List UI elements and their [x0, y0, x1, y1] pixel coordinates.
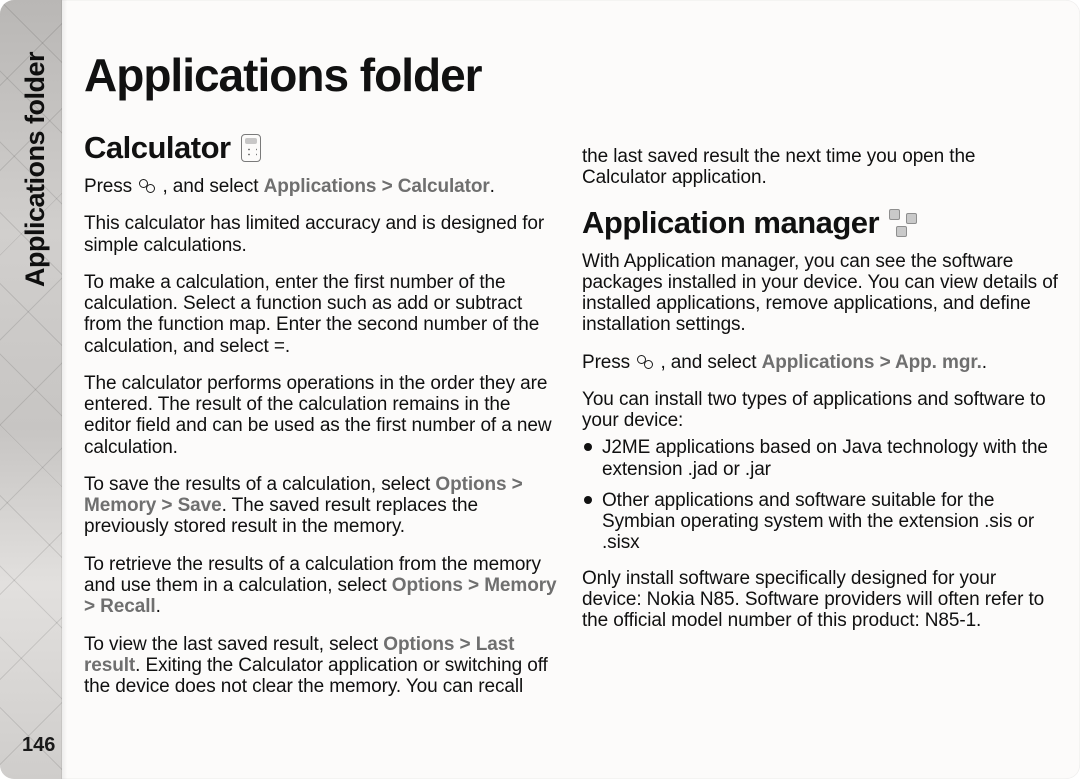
calc-press-line: Press , and select Applications > Calcul… — [84, 176, 560, 197]
calc-press-prefix: Press — [84, 176, 137, 197]
appmgr-types-list: J2ME applications based on Java technolo… — [582, 437, 1058, 553]
calculator-icon — [241, 134, 261, 162]
column-right: the last saved result the next time you … — [582, 128, 1058, 779]
section-side-label-text: Applications folder — [21, 51, 52, 286]
calc-nav-path: Applications > Calculator — [264, 176, 490, 197]
calc-save: To save the results of a calculation, se… — [84, 474, 560, 538]
appmgr-press-line: Press , and select Applications > App. m… — [582, 352, 1058, 373]
menu-key-icon — [138, 177, 156, 195]
columns: Calculator Press , and select Applicatio… — [84, 128, 1058, 779]
calc-order: The calculator performs operations in th… — [84, 373, 560, 458]
app-manager-icon — [889, 209, 917, 237]
calc-save-prefix: To save the results of a calculation, se… — [84, 474, 435, 495]
section-heading-appmgr-text: Application manager — [582, 205, 879, 241]
calc-recall: To retrieve the results of a calculation… — [84, 554, 560, 618]
page-content: Applications folder Calculator Press , a… — [84, 0, 1058, 779]
appmgr-with: With Application manager, you can see th… — [582, 251, 1058, 336]
menu-key-icon — [636, 353, 654, 371]
calc-press-end: . — [490, 176, 495, 197]
page-title: Applications folder — [84, 48, 1058, 102]
list-item: J2ME applications based on Java technolo… — [582, 437, 1058, 480]
section-side-label: Applications folder — [17, 23, 55, 315]
appmgr-only: Only install software specifically desig… — [582, 568, 1058, 632]
manual-page: Applications folder 146 Applications fol… — [0, 0, 1080, 779]
calc-recall-end: . — [156, 596, 161, 617]
column-left: Calculator Press , and select Applicatio… — [84, 128, 560, 779]
section-heading-appmgr: Application manager — [582, 205, 1058, 241]
page-number: 146 — [22, 734, 55, 757]
list-item: Other applications and software suitable… — [582, 490, 1058, 554]
calc-carryover: the last saved result the next time you … — [582, 146, 1058, 189]
appmgr-two: You can install two types of application… — [582, 389, 1058, 432]
calc-last-prefix: To view the last saved result, select — [84, 634, 383, 655]
appmgr-nav-path: Applications > App. mgr. — [762, 352, 982, 373]
calc-make: To make a calculation, enter the first n… — [84, 272, 560, 357]
calc-last-suffix: . Exiting the Calculator application or … — [84, 655, 548, 697]
appmgr-press-end: . — [982, 352, 987, 373]
appmgr-press-prefix: Press — [582, 352, 635, 373]
section-heading-calculator-text: Calculator — [84, 130, 231, 166]
calc-accuracy: This calculator has limited accuracy and… — [84, 213, 560, 256]
page-fold-shadow — [61, 0, 69, 779]
section-heading-calculator: Calculator — [84, 130, 560, 166]
appmgr-press-suffix: , and select — [660, 352, 761, 373]
calc-press-suffix: , and select — [162, 176, 263, 197]
calc-last: To view the last saved result, select Op… — [84, 634, 560, 698]
